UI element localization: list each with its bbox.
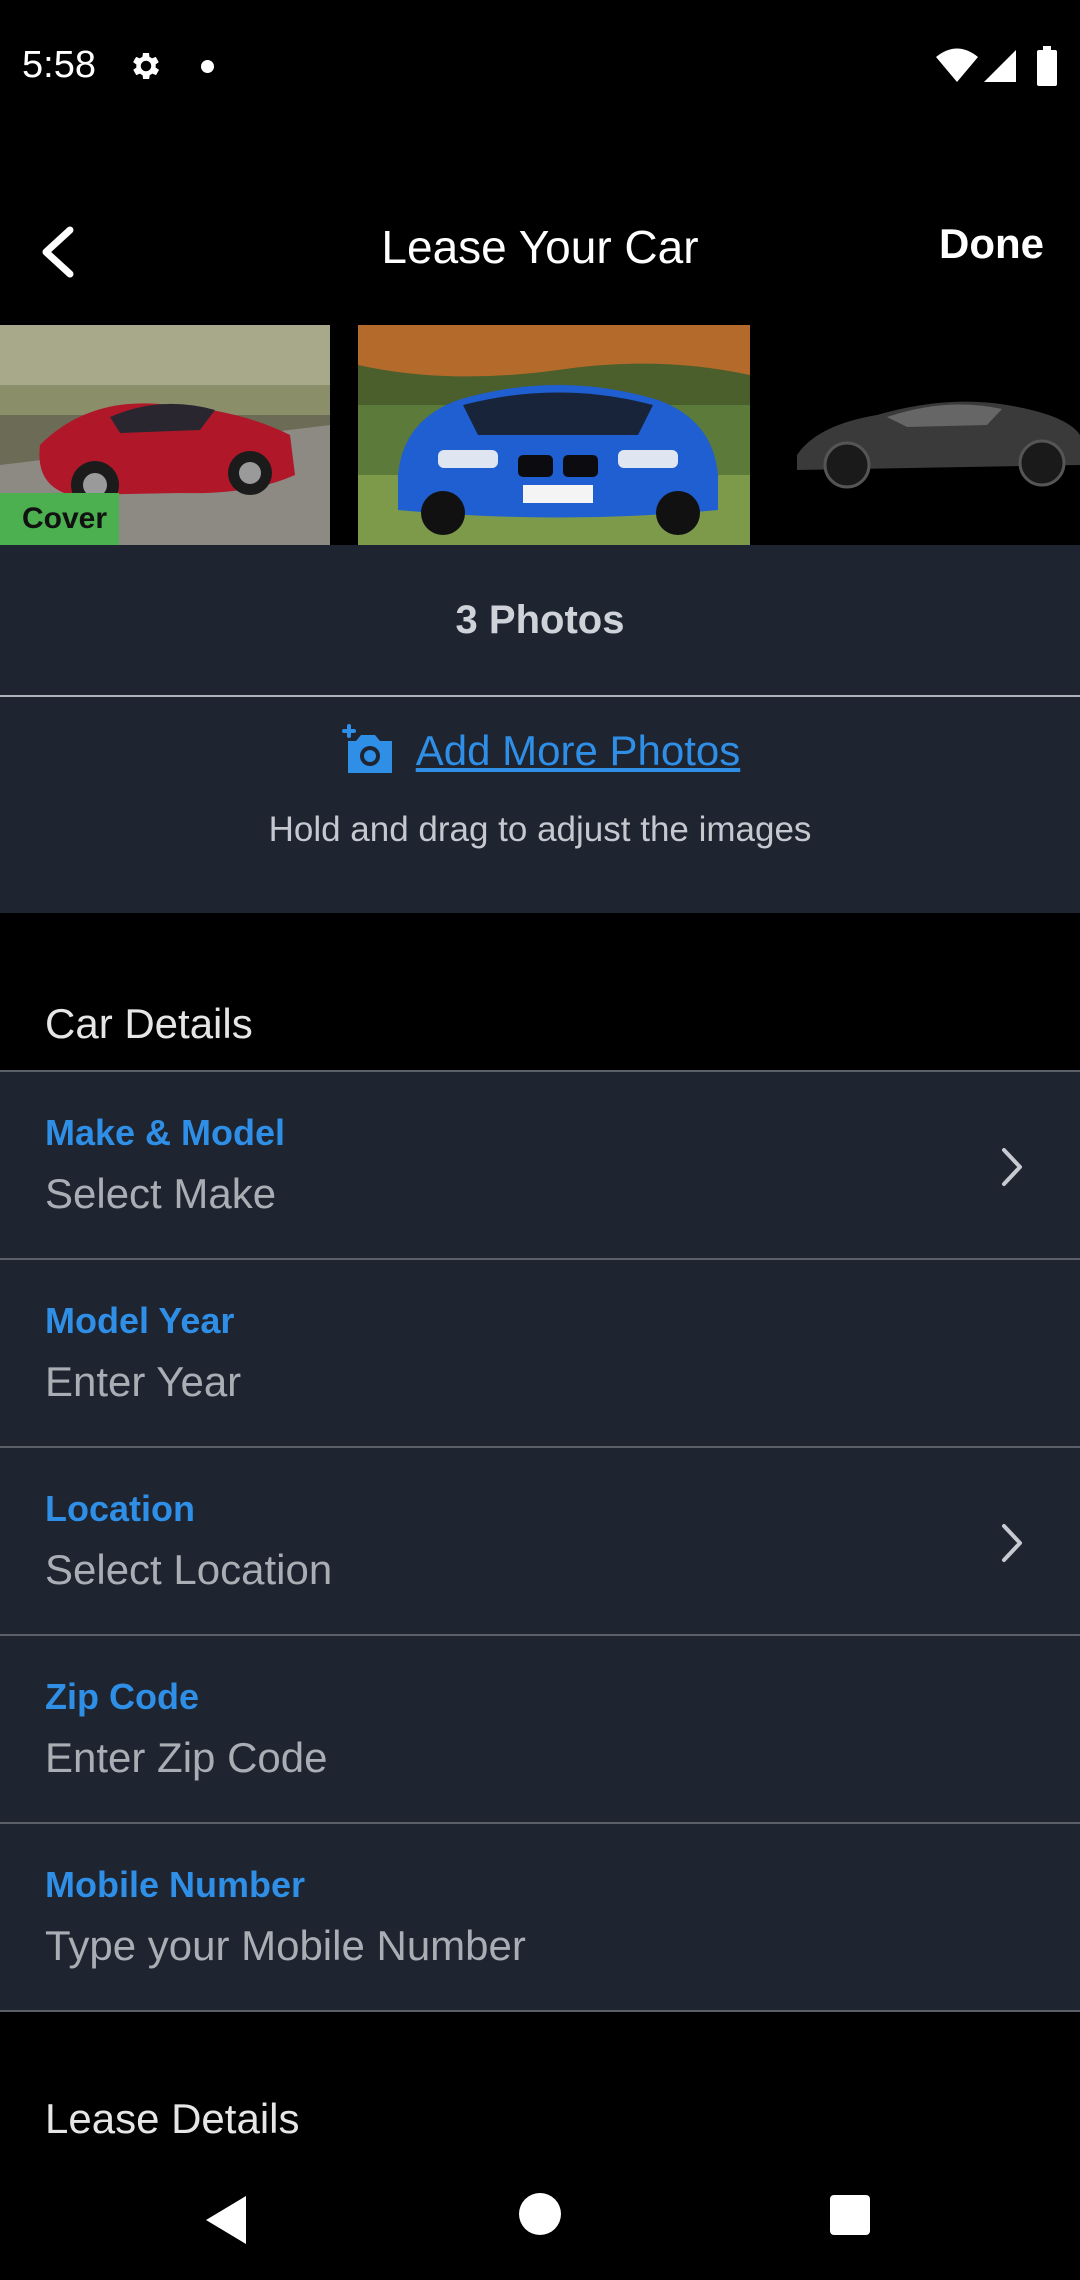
page-title: Lease Your Car (381, 221, 699, 273)
make-model-field[interactable]: Make & Model Select Make (0, 1070, 1080, 1258)
field-value[interactable]: Enter Year (45, 1358, 241, 1406)
add-photo-camera-icon (341, 724, 392, 773)
field-label: Location (45, 1488, 195, 1529)
system-nav-bar (0, 2160, 1080, 2280)
top-app-bar: Lease Your Car Done (0, 180, 1080, 320)
model-year-field[interactable]: Model Year Enter Year (0, 1258, 1080, 1446)
wifi-icon (936, 48, 978, 82)
car-photo-black[interactable] (777, 325, 1080, 545)
field-value[interactable]: Enter Zip Code (45, 1734, 327, 1782)
cell-signal-icon (984, 50, 1016, 82)
cover-badge: Cover (0, 493, 120, 545)
add-more-photos-button[interactable]: Add More Photos (340, 723, 741, 779)
zip-code-field[interactable]: Zip Code Enter Zip Code (0, 1634, 1080, 1822)
field-value[interactable]: Type your Mobile Number (45, 1922, 526, 1970)
photo-count: 3 Photos (455, 598, 625, 642)
nav-back-icon[interactable] (200, 2192, 252, 2248)
field-label: Mobile Number (45, 1864, 306, 1905)
status-bar: 5:58 (0, 0, 1080, 135)
black-car-image (777, 325, 1080, 545)
field-label: Make & Model (45, 1112, 286, 1153)
settings-gear-icon (133, 52, 160, 80)
location-field[interactable]: Location Select Location (0, 1446, 1080, 1634)
status-time: 5:58 (22, 44, 96, 86)
section-header-lease-details: Lease Details (45, 2095, 300, 2142)
divider (0, 695, 1080, 697)
add-more-photos-link[interactable]: Add More Photos (416, 727, 741, 775)
field-value: Select Make (45, 1170, 277, 1217)
car-photo-blue[interactable] (358, 325, 750, 545)
blue-car-image (358, 325, 750, 545)
car-photo-red[interactable]: Cover (0, 325, 330, 545)
section-header-car-details: Car Details (45, 1000, 253, 1047)
add-more-photos-row: Add More Photos (0, 723, 1080, 783)
mobile-number-field[interactable]: Mobile Number Type your Mobile Number (0, 1822, 1080, 2012)
field-value: Select Location (45, 1546, 333, 1593)
done-button[interactable]: Done (939, 220, 1044, 268)
nav-recents-icon[interactable] (830, 2195, 870, 2235)
field-label: Model Year (45, 1300, 235, 1341)
battery-icon (1037, 46, 1057, 86)
field-label: Zip Code (45, 1676, 199, 1717)
drag-hint: Hold and drag to adjust the images (268, 810, 812, 849)
photo-strip[interactable]: Cover (0, 325, 1080, 545)
photos-panel: 3 Photos Add More Photos Hold and drag t… (0, 545, 1080, 913)
chevron-right-icon (1002, 1148, 1022, 1186)
notification-dot-icon (201, 60, 214, 73)
chevron-right-icon (1002, 1524, 1022, 1562)
car-details-form: Make & Model Select Make Model Year Ente… (0, 1070, 1080, 2012)
nav-home-icon[interactable] (519, 2193, 561, 2235)
